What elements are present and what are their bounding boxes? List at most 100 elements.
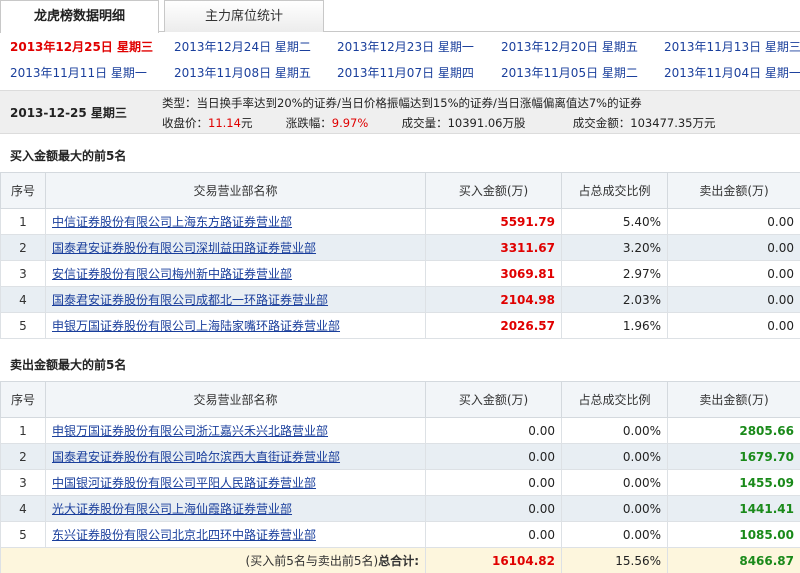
branch-link[interactable]: 申银万国证券股份有限公司上海陆家嘴环路证券营业部: [52, 319, 340, 333]
row-sell-amount: 2805.66: [667, 417, 800, 444]
row-buy-amount: 2026.57: [425, 312, 562, 339]
row-sell-amount: 0.00: [667, 260, 800, 287]
branch-link[interactable]: 安信证券股份有限公司梅州新中路证券营业部: [52, 267, 292, 281]
row-name-cell: 申银万国证券股份有限公司上海陆家嘴环路证券营业部: [45, 312, 426, 339]
table-row: 1 中信证券股份有限公司上海东方路证券营业部 5591.79 5.40% 0.00: [0, 208, 800, 235]
info-date: 2013-12-25 星期三: [10, 106, 127, 120]
date-link[interactable]: 2013年11月11日 星期一: [10, 64, 147, 81]
branch-link[interactable]: 中国银河证券股份有限公司平阳人民路证券营业部: [52, 476, 316, 490]
row-sell-amount: 0.00: [667, 208, 800, 235]
branch-link[interactable]: 光大证券股份有限公司上海仙霞路证券营业部: [52, 502, 292, 516]
row-ratio: 2.97%: [561, 260, 668, 287]
table-row: 4 光大证券股份有限公司上海仙霞路证券营业部 0.00 0.00% 1441.41: [0, 495, 800, 522]
date-link[interactable]: 2013年12月24日 星期二: [174, 38, 311, 55]
row-index: 5: [0, 521, 46, 548]
total-ratio: 15.56%: [561, 547, 668, 573]
row-buy-amount: 2104.98: [425, 286, 562, 313]
row-sell-amount: 0.00: [667, 286, 800, 313]
tab-lhb-detail[interactable]: 龙虎榜数据明细: [0, 0, 159, 33]
branch-link[interactable]: 国泰君安证券股份有限公司哈尔滨西大直街证券营业部: [52, 450, 340, 464]
row-name-cell: 国泰君安证券股份有限公司哈尔滨西大直街证券营业部: [45, 443, 426, 470]
total-sell: 8466.87: [667, 547, 800, 573]
row-buy-amount: 0.00: [425, 443, 562, 470]
date-link[interactable]: 2013年12月23日 星期一: [337, 38, 474, 55]
row-buy-amount: 0.00: [425, 417, 562, 444]
row-sell-amount: 1679.70: [667, 443, 800, 470]
table-header-row: 序号 交易营业部名称 买入金额(万) 占总成交比例 卖出金额(万): [0, 381, 800, 418]
info-stats-line: 收盘价：11.14元 涨跌幅：9.97% 成交量：10391.06万股 成交金额…: [162, 115, 716, 131]
row-index: 1: [0, 417, 46, 444]
table-row: 5 申银万国证券股份有限公司上海陆家嘴环路证券营业部 2026.57 1.96% 0.0…: [0, 312, 800, 339]
row-index: 5: [0, 312, 46, 339]
row-ratio: 0.00%: [561, 521, 668, 548]
date-link[interactable]: 2013年11月05日 星期二: [501, 64, 638, 81]
row-buy-amount: 0.00: [425, 521, 562, 548]
col-header-buy: 买入金额(万): [425, 381, 562, 418]
row-name-cell: 国泰君安证券股份有限公司成都北一环路证券营业部: [45, 286, 426, 313]
type-label: 类型：: [162, 96, 197, 110]
row-buy-amount: 0.00: [425, 469, 562, 496]
row-ratio: 3.20%: [561, 234, 668, 261]
row-sell-amount: 0.00: [667, 312, 800, 339]
amount-label: 成交金额：: [572, 116, 631, 130]
branch-link[interactable]: 国泰君安证券股份有限公司深圳益田路证券营业部: [52, 241, 316, 255]
volume-label: 成交量：: [401, 116, 448, 130]
row-index: 1: [0, 208, 46, 235]
sell-section-title: 卖出金额最大的前5名: [10, 358, 127, 372]
total-note: (买入前5名与卖出前5名): [245, 554, 379, 568]
table-row: 2 国泰君安证券股份有限公司深圳益田路证券营业部 3311.67 3.20% 0.00: [0, 234, 800, 261]
row-index: 3: [0, 260, 46, 287]
row-index: 4: [0, 286, 46, 313]
row-name-cell: 安信证券股份有限公司梅州新中路证券营业部: [45, 260, 426, 287]
row-sell-amount: 1441.41: [667, 495, 800, 522]
row-ratio: 0.00%: [561, 443, 668, 470]
row-buy-amount: 5591.79: [425, 208, 562, 235]
row-sell-amount: 1455.09: [667, 469, 800, 496]
tab-main-seat-stats[interactable]: 主力席位统计: [164, 0, 324, 32]
row-name-cell: 中国银河证券股份有限公司平阳人民路证券营业部: [45, 469, 426, 496]
stock-info-box: 2013-12-25 星期三 类型：当日换手率达到20%的证券/当日价格振幅达到…: [0, 90, 800, 134]
table-row: 5 东兴证券股份有限公司北京北四环中路证券营业部 0.00 0.00% 1085.00: [0, 521, 800, 548]
row-index: 4: [0, 495, 46, 522]
volume-value: 10391.06万股: [447, 116, 526, 130]
branch-link[interactable]: 东兴证券股份有限公司北京北四环中路证券营业部: [52, 528, 316, 542]
row-index: 3: [0, 469, 46, 496]
row-sell-amount: 1085.00: [667, 521, 800, 548]
date-link[interactable]: 2013年11月08日 星期五: [174, 64, 311, 81]
date-link[interactable]: 2013年11月07日 星期四: [337, 64, 474, 81]
row-name-cell: 中信证券股份有限公司上海东方路证券营业部: [45, 208, 426, 235]
date-link[interactable]: 2013年12月20日 星期五: [501, 38, 638, 55]
table-row: 3 安信证券股份有限公司梅州新中路证券营业部 3069.81 2.97% 0.00: [0, 260, 800, 287]
branch-link[interactable]: 中信证券股份有限公司上海东方路证券营业部: [52, 215, 292, 229]
col-header-sell: 卖出金额(万): [667, 381, 800, 418]
branch-link[interactable]: 申银万国证券股份有限公司浙江嘉兴禾兴北路营业部: [52, 424, 328, 438]
table-row: 2 国泰君安证券股份有限公司哈尔滨西大直街证券营业部 0.00 0.00% 1679.7…: [0, 443, 800, 470]
row-name-cell: 申银万国证券股份有限公司浙江嘉兴禾兴北路营业部: [45, 417, 426, 444]
date-link-current[interactable]: 2013年12月25日 星期三: [10, 38, 153, 55]
col-header-name: 交易营业部名称: [45, 172, 426, 209]
date-link[interactable]: 2013年11月13日 星期三: [664, 38, 800, 55]
close-value: 11.14: [208, 116, 241, 130]
tab-bar: 龙虎榜数据明细 主力席位统计: [0, 0, 800, 33]
change-label: 涨跌幅：: [285, 116, 332, 130]
row-buy-amount: 0.00: [425, 495, 562, 522]
total-row: (买入前5名与卖出前5名)总合计: 16104.82 15.56% 8466.8…: [0, 547, 800, 573]
col-header-buy: 买入金额(万): [425, 172, 562, 209]
row-name-cell: 东兴证券股份有限公司北京北四环中路证券营业部: [45, 521, 426, 548]
sell-table: 序号 交易营业部名称 买入金额(万) 占总成交比例 卖出金额(万) 1 申银万国证…: [0, 381, 800, 573]
col-header-index: 序号: [0, 172, 46, 209]
change-value: 9.97%: [331, 116, 369, 130]
row-ratio: 1.96%: [561, 312, 668, 339]
row-ratio: 2.03%: [561, 286, 668, 313]
close-label: 收盘价：: [162, 116, 208, 130]
row-buy-amount: 3311.67: [425, 234, 562, 261]
branch-link[interactable]: 国泰君安证券股份有限公司成都北一环路证券营业部: [52, 293, 328, 307]
date-link[interactable]: 2013年11月04日 星期一: [664, 64, 800, 81]
col-header-index: 序号: [0, 381, 46, 418]
row-name-cell: 光大证券股份有限公司上海仙霞路证券营业部: [45, 495, 426, 522]
table-row: 1 申银万国证券股份有限公司浙江嘉兴禾兴北路营业部 0.00 0.00% 2805.66: [0, 417, 800, 444]
table-row: 3 中国银河证券股份有限公司平阳人民路证券营业部 0.00 0.00% 1455.09: [0, 469, 800, 496]
col-header-ratio: 占总成交比例: [561, 172, 668, 209]
col-header-name: 交易营业部名称: [45, 381, 426, 418]
amount-value: 103477.35万元: [630, 116, 716, 130]
